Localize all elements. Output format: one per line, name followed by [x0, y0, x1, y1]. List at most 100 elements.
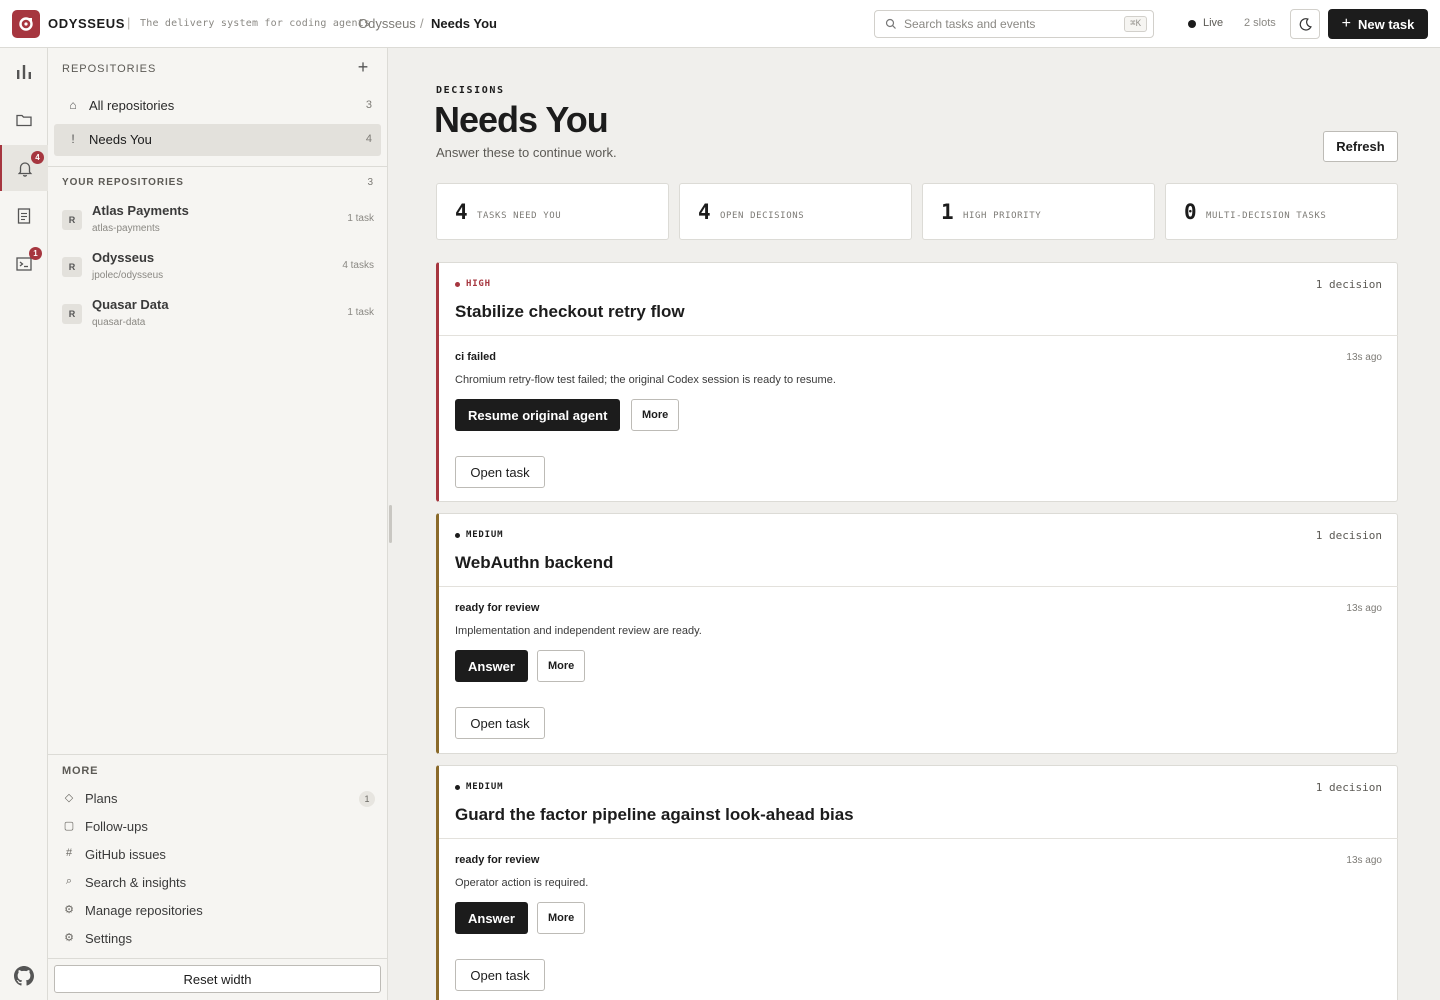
nav-label: Needs You — [89, 132, 152, 147]
priority-badge: MEDIUM — [455, 782, 503, 792]
bar-chart-icon — [17, 65, 31, 79]
gear-icon: ⚙ — [64, 904, 74, 916]
your-repositories-heading: YOUR REPOSITORIES — [62, 177, 184, 188]
breadcrumb-current: Needs You — [431, 16, 497, 31]
stat-label: TASKS NEED YOU — [477, 211, 562, 221]
card-divider — [439, 335, 1398, 336]
task-title[interactable]: WebAuthn backend — [455, 553, 613, 573]
stat-label: MULTI-DECISION TASKS — [1206, 211, 1327, 221]
live-status: Live — [1203, 17, 1224, 29]
more-label: Settings — [85, 931, 132, 946]
more-follow-ups[interactable]: ▢ Follow-ups — [62, 816, 375, 838]
decision-age: 13s ago — [1346, 352, 1382, 363]
priority-badge: HIGH — [455, 279, 491, 289]
rail-terminal-button[interactable]: 1 — [0, 241, 48, 287]
search-box[interactable]: ⌘K — [874, 10, 1154, 38]
repo-slug: atlas-payments — [92, 223, 160, 234]
repo-avatar: R — [62, 210, 82, 230]
priority-label: HIGH — [466, 279, 491, 289]
rail-insights-button[interactable] — [0, 49, 48, 95]
gear-icon: ⚙ — [64, 932, 74, 944]
repo-avatar: R — [62, 304, 82, 324]
odysseus-logo-icon[interactable] — [12, 10, 40, 38]
priority-label: MEDIUM — [466, 530, 504, 540]
agent-slots: 2 slots — [1244, 17, 1276, 29]
task-title[interactable]: Stabilize checkout retry flow — [455, 302, 685, 322]
rail-repositories-button[interactable] — [0, 97, 48, 143]
sidebar-divider — [48, 958, 388, 959]
diamond-icon: ◇ — [64, 792, 74, 804]
stat-value: 0 — [1184, 200, 1197, 224]
more-search-insights[interactable]: ⌕ Search & insights — [62, 872, 375, 894]
search-input[interactable] — [904, 15, 1104, 33]
stat-card: 4 OPEN DECISIONS — [679, 183, 912, 240]
breadcrumb-separator: / — [420, 16, 424, 31]
add-repository-button[interactable]: + — [354, 58, 372, 76]
page-subtitle: Answer these to continue work. — [436, 145, 617, 160]
more-button[interactable]: More — [631, 399, 680, 431]
stat-value: 1 — [941, 200, 954, 224]
answer-button[interactable]: Answer — [455, 650, 528, 682]
search-icon — [885, 18, 896, 29]
repo-item[interactable]: R Atlas Payments atlas-payments 1 task — [54, 200, 381, 244]
nav-count: 4 — [365, 133, 372, 145]
repo-item[interactable]: R Quasar Data quasar-data 1 task — [54, 294, 381, 338]
terminal-badge: 1 — [29, 247, 42, 260]
repo-name: Atlas Payments — [92, 203, 189, 218]
github-link[interactable] — [0, 964, 48, 988]
stat-card: 4 TASKS NEED YOU — [436, 183, 669, 240]
decision-description: Operator action is required. — [455, 877, 589, 889]
repo-item[interactable]: R Odysseus jpolec/odysseus 4 tasks — [54, 247, 381, 291]
app-name: ODYSSEUS — [48, 16, 126, 31]
breadcrumb-root[interactable]: Odysseus — [358, 16, 416, 31]
priority-dot-icon — [455, 784, 460, 790]
open-task-button[interactable]: Open task — [455, 456, 545, 488]
document-icon — [17, 208, 31, 224]
rail-needs-you-button[interactable]: 4 — [0, 145, 48, 191]
more-plans[interactable]: ◇ Plans 1 — [62, 788, 375, 810]
search-icon: ⌕ — [65, 875, 73, 887]
plans-count: 1 — [359, 791, 375, 807]
decision-kind: ci failed — [455, 351, 496, 363]
repo-task-count: 1 task — [347, 307, 374, 318]
github-icon — [14, 966, 34, 986]
repositories-sidebar: REPOSITORIES + ⌂ All repositories 3 ! Ne… — [48, 48, 388, 1000]
sidebar-divider — [48, 754, 388, 755]
resume-agent-button[interactable]: Resume original agent — [455, 399, 621, 431]
stat-card: 0 MULTI-DECISION TASKS — [1165, 183, 1398, 240]
more-settings[interactable]: ⚙ Settings — [62, 928, 375, 950]
nav-needs-you[interactable]: ! Needs You 4 — [54, 124, 381, 156]
more-button[interactable]: More — [537, 902, 586, 934]
more-manage-repositories[interactable]: ⚙ Manage repositories — [62, 900, 375, 922]
rail-documents-button[interactable] — [0, 193, 48, 239]
task-title[interactable]: Guard the factor pipeline against look-a… — [455, 805, 854, 825]
decision-card: MEDIUM 1 decision WebAuthn backend ready… — [436, 513, 1398, 754]
open-task-button[interactable]: Open task — [455, 959, 545, 991]
sidebar-resize-handle[interactable] — [389, 505, 392, 543]
theme-toggle-button[interactable] — [1290, 9, 1320, 39]
more-button[interactable]: More — [537, 650, 586, 682]
repo-name: Odysseus — [92, 250, 155, 265]
nav-all-repositories[interactable]: ⌂ All repositories 3 — [54, 90, 381, 122]
decision-card: MEDIUM 1 decision Guard the factor pipel… — [436, 765, 1398, 1000]
priority-dot-icon — [455, 281, 460, 287]
decision-kind: ready for review — [455, 854, 540, 866]
reset-width-button[interactable]: Reset width — [54, 965, 381, 993]
hash-icon: # — [65, 847, 73, 859]
live-indicator-dot — [1188, 20, 1196, 28]
sidebar-heading: REPOSITORIES — [62, 63, 157, 75]
stat-label: HIGH PRIORITY — [963, 211, 1042, 221]
nav-label: All repositories — [89, 98, 175, 113]
stat-value: 4 — [455, 200, 468, 224]
open-task-button[interactable]: Open task — [455, 707, 545, 739]
brand-divider: | — [127, 15, 131, 30]
more-github-issues[interactable]: # GitHub issues — [62, 844, 375, 866]
answer-button[interactable]: Answer — [455, 902, 528, 934]
repo-avatar: R — [62, 257, 82, 277]
new-task-label: New task — [1357, 16, 1415, 32]
top-bar: ODYSSEUS | The delivery system for codin… — [0, 0, 1440, 48]
new-task-button[interactable]: + New task — [1328, 9, 1428, 39]
more-label: GitHub issues — [85, 847, 166, 862]
decision-count: 1 decision — [1315, 781, 1382, 794]
refresh-button[interactable]: Refresh — [1323, 131, 1398, 162]
